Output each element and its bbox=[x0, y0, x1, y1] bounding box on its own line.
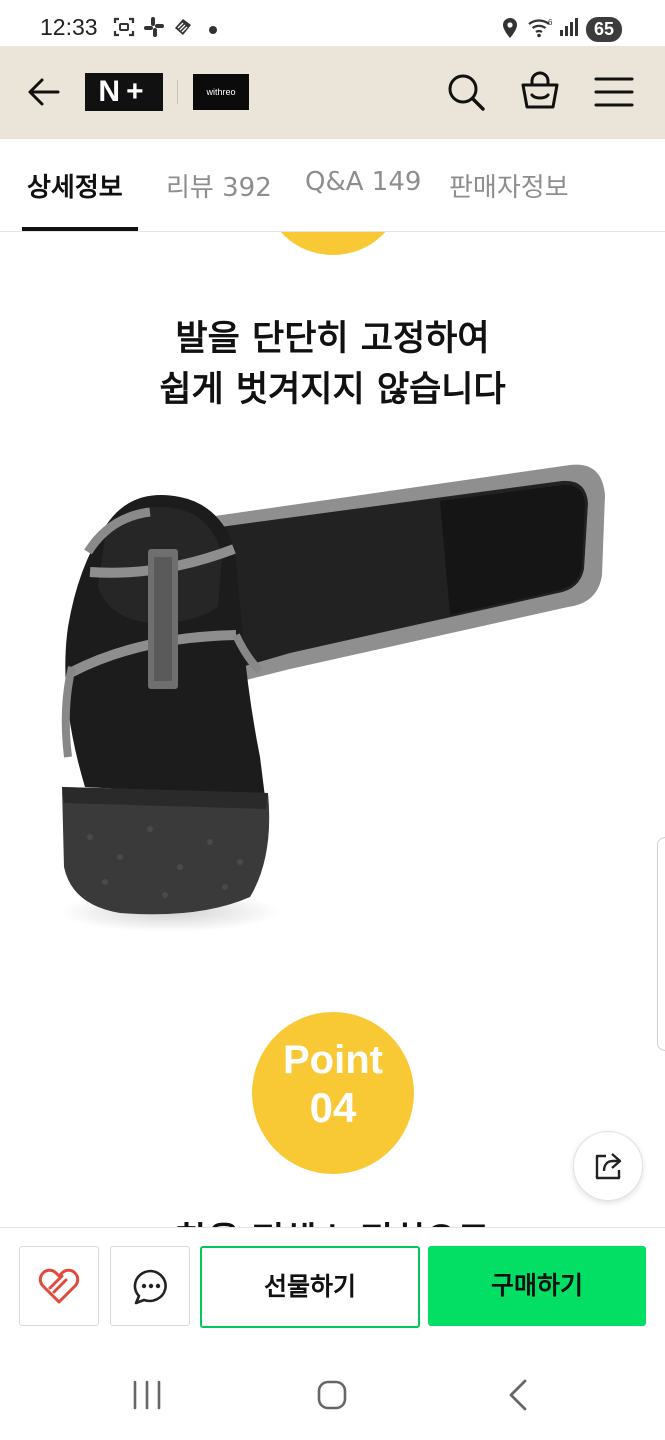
gift-button[interactable]: 선물하기 bbox=[200, 1246, 420, 1328]
heart-icon bbox=[38, 1268, 80, 1304]
product-detail-content: 발을 단단히 고정하여 쉽게 벗겨지지 않습니다 Point 04 bbox=[0, 232, 665, 1227]
tab-reviews[interactable]: 리뷰 392 bbox=[166, 167, 272, 204]
shopping-bag-icon[interactable] bbox=[519, 70, 561, 112]
tab-bar: 상세정보 리뷰 392 Q&A 149 판매자정보 bbox=[0, 139, 665, 232]
status-bar: 12:33 6 65 bbox=[0, 0, 665, 46]
next-feature-headline: 착용 편해소 편히으로 bbox=[0, 1212, 665, 1227]
status-time: 12:33 bbox=[40, 14, 98, 40]
point-number: 04 bbox=[309, 1084, 357, 1131]
scroll-handle[interactable] bbox=[657, 837, 665, 1051]
svg-text:6: 6 bbox=[548, 18, 553, 27]
dot-icon bbox=[209, 26, 217, 34]
screenshot-icon bbox=[113, 17, 135, 37]
dog-shoe-product-image bbox=[60, 464, 605, 932]
tab-detail[interactable]: 상세정보 bbox=[27, 167, 123, 204]
nplus-logo[interactable]: N+ bbox=[85, 73, 163, 111]
feature-headline-line-2: 쉽게 벗겨지지 않습니다 bbox=[159, 370, 506, 410]
point-badge: Point 04 bbox=[252, 1012, 414, 1174]
back-arrow-icon[interactable] bbox=[26, 74, 62, 110]
recent-apps-icon[interactable] bbox=[130, 1380, 164, 1410]
system-navigation-bar bbox=[0, 1342, 665, 1440]
home-icon[interactable] bbox=[316, 1379, 348, 1411]
buy-button[interactable]: 구매하기 bbox=[428, 1246, 646, 1326]
wifi-icon: 6 bbox=[528, 18, 553, 38]
logo-divider bbox=[177, 80, 178, 104]
menu-icon[interactable] bbox=[594, 73, 634, 111]
slack-icon bbox=[144, 17, 164, 37]
system-back-icon[interactable] bbox=[505, 1378, 531, 1412]
tab-qna[interactable]: Q&A 149 bbox=[305, 167, 421, 197]
chat-bubble-icon bbox=[133, 1269, 167, 1305]
wishlist-button[interactable] bbox=[19, 1246, 99, 1326]
location-icon bbox=[503, 18, 517, 38]
search-icon[interactable] bbox=[445, 71, 487, 113]
tab-seller-info[interactable]: 판매자정보 bbox=[449, 167, 569, 204]
app-icon bbox=[175, 19, 191, 35]
talk-button[interactable] bbox=[110, 1246, 190, 1326]
share-button[interactable] bbox=[573, 1131, 643, 1201]
brand-logo[interactable]: withreo bbox=[193, 74, 249, 110]
share-icon bbox=[595, 1153, 622, 1180]
signal-icon bbox=[560, 18, 578, 36]
feature-headline-line-1: 발을 단단히 고정하여 bbox=[175, 319, 490, 359]
tab-active-indicator bbox=[22, 227, 138, 231]
previous-point-badge bbox=[265, 232, 401, 255]
point-label: Point bbox=[283, 1038, 383, 1082]
purchase-action-bar: 선물하기 구매하기 bbox=[0, 1227, 665, 1343]
feature-headline: 발을 단단히 고정하여 쉽게 벗겨지지 않습니다 bbox=[0, 314, 665, 416]
battery-icon: 65 bbox=[586, 17, 622, 42]
